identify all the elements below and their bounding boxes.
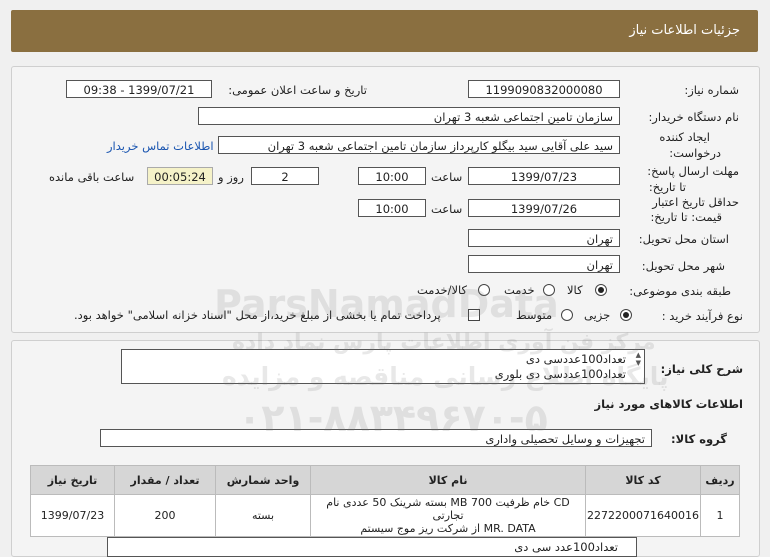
need-number-label: شماره نیاز: [684,83,739,97]
reply-time-field: 10:00 [358,167,426,185]
remaining-label: ساعت باقی مانده [49,170,135,184]
bottom-partial-box: تعداد100عدد سی دی [107,537,637,557]
days-label: روز و [218,170,244,184]
goods-group-label: گروه کالا: [671,432,727,446]
creator-field: سید علی آقایی سید بیگلو کارپرداز سازمان … [218,136,620,154]
announce-field: 1399/07/21 - 09:38 [66,80,212,98]
reply-label-2: تا تاریخ: [648,180,686,194]
payment-note: پرداخت تمام یا بخشی از مبلغ خرید،از محل … [74,308,441,322]
validity-label-1: حداقل تاریخ اعتبار [652,195,739,209]
category-radio-goods-service[interactable] [478,284,490,296]
validity-label-2: قیمت: تا تاریخ: [650,210,722,224]
goods-info-title: اطلاعات کالاهای مورد نیاز [594,397,743,411]
bottom-partial-text: تعداد100عدد سی دی [514,540,618,554]
category-option-service: خدمت [504,283,535,297]
col-code: کد کالا [585,465,701,495]
need-number-field: 1199090832000080 [468,80,620,98]
description-line-2: تعداد100عددسی دی بلوری [494,367,626,381]
process-radio-medium[interactable] [561,309,573,321]
treasury-checkbox[interactable] [468,309,480,321]
creator-label-2: درخواست: [669,146,721,160]
col-unit: واحد شمارش [215,465,312,495]
validity-date-field: 1399/07/26 [468,199,620,217]
category-label: طبقه بندی موضوعی: [629,284,731,298]
days-field: 2 [251,167,319,185]
page-header: جزئیات اطلاعات نیاز [11,10,758,52]
category-radio-goods[interactable] [595,284,607,296]
reply-label-1: مهلت ارسال پاسخ: [647,164,739,178]
description-label: شرح کلی نیاز: [660,362,743,376]
announce-label: تاریخ و ساعت اعلان عمومی: [228,83,367,97]
goods-group-field: تجهیزات و وسایل تحصیلی واداری [100,429,652,447]
page-title: جزئیات اطلاعات نیاز [629,23,740,38]
goods-date: 1399/07/23 [29,494,116,537]
goods-name-line-1: CD خام ظرفیت MB 700 بسته شرینک 50 عددی ن… [326,496,570,522]
col-date: تاریخ نیاز [29,465,116,495]
process-option-minor: جزیی [584,308,611,322]
col-row: ردیف [700,465,740,495]
goods-qty: 200 [114,494,217,537]
category-option-goods-service: کالا/خدمت [417,283,468,297]
buyer-field: سازمان تامین اجتماعی شعبه 3 تهران [198,107,620,125]
col-name: نام کالا [310,465,587,495]
province-label: استان محل تحویل: [638,232,729,246]
reply-time-label: ساعت [431,170,463,184]
goods-code: 2272200071640016 [585,494,701,537]
goods-name: CD خام ظرفیت MB 700 بسته شرینک 50 عددی ن… [310,494,587,537]
reply-date-field: 1399/07/23 [468,167,620,185]
process-radio-minor[interactable] [620,309,632,321]
description-box: تعداد100عددسی دی تعداد100عددسی دی بلوری … [121,349,645,384]
creator-label-1: ایجاد کننده [659,130,710,144]
city-label: شهر محل تحویل: [641,259,725,273]
table-row: 1 2272200071640016 CD خام ظرفیت MB 700 ب… [29,494,740,537]
validity-time-field: 10:00 [358,199,426,217]
goods-name-line-2: MR. DATA از شرکت ریز موج سیستم [360,522,536,535]
province-field: تهران [468,229,620,247]
buyer-label: نام دستگاه خریدار: [648,110,739,124]
table-header-row: ردیف کد کالا نام کالا واحد شمارش تعداد /… [29,465,740,495]
category-radio-service[interactable] [543,284,555,296]
description-line-1: تعداد100عددسی دی [525,352,626,366]
process-option-medium: متوسط [516,308,553,322]
category-option-goods: کالا [567,283,583,297]
process-label: نوع فرآیند خرید : [661,309,743,323]
contact-buyer-link[interactable]: اطلاعات تماس خریدار [107,139,214,153]
validity-time-label: ساعت [431,202,463,216]
row-number: 1 [700,494,740,537]
scroll-arrows-icon[interactable]: ▲ ▼ [636,351,641,367]
col-qty: تعداد / مقدار [114,465,217,495]
goods-table: ردیف کد کالا نام کالا واحد شمارش تعداد /… [29,465,740,537]
goods-unit: بسته [215,494,312,537]
city-field: تهران [468,255,620,273]
remaining-time-field: 00:05:24 [147,167,213,185]
